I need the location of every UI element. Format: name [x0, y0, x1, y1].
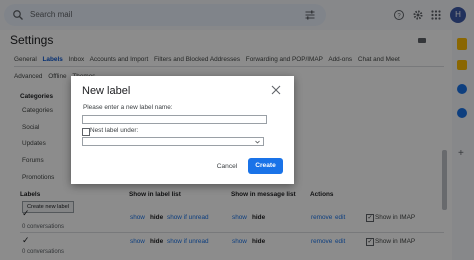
nest-label-text: Nest label under:: [90, 127, 139, 134]
new-label-dialog: New label Please enter a new label name:…: [71, 76, 294, 184]
label-name-input[interactable]: [82, 115, 267, 124]
nest-label-checkbox[interactable]: [82, 128, 90, 136]
chevron-down-icon: [255, 140, 260, 144]
parent-label-select[interactable]: [82, 137, 264, 146]
label-name-prompt: Please enter a new label name:: [83, 104, 173, 111]
cancel-button[interactable]: Cancel: [210, 159, 244, 174]
create-button[interactable]: Create: [248, 158, 283, 174]
dialog-title: New label: [82, 85, 131, 97]
close-icon[interactable]: [271, 85, 281, 95]
